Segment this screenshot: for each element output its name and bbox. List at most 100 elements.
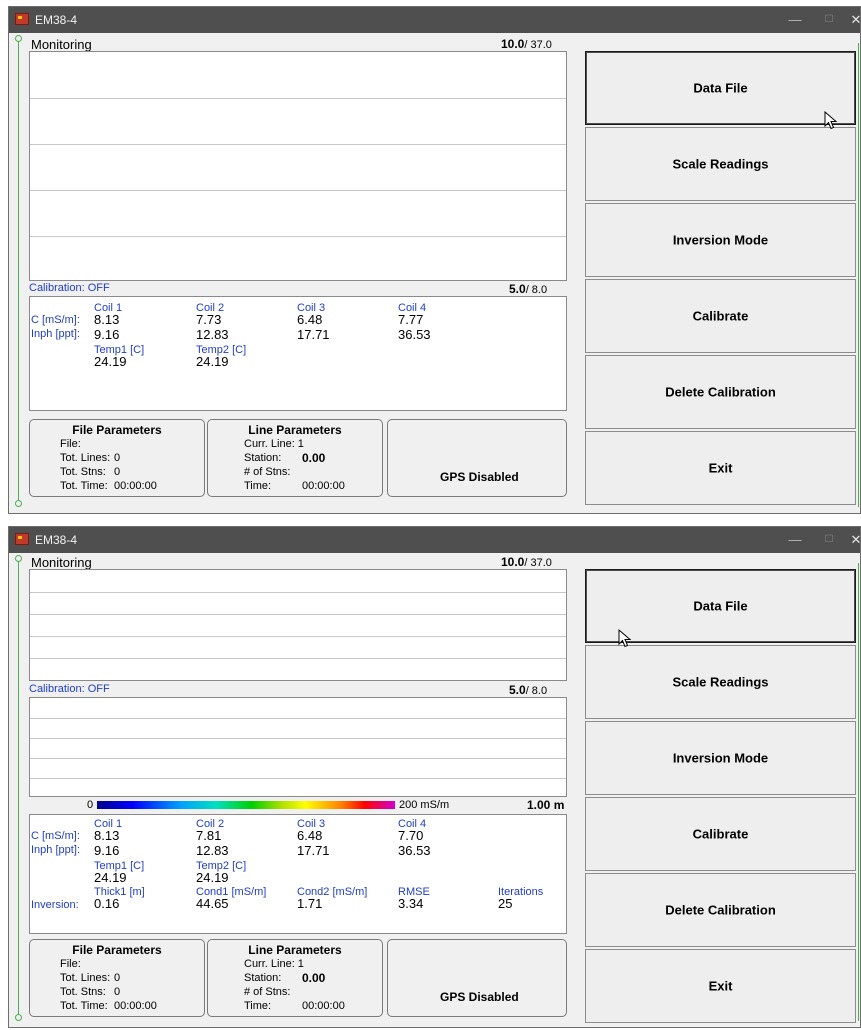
- maximize-button[interactable]: ☐: [817, 530, 841, 550]
- coil2-conductivity: 7.81: [196, 828, 222, 843]
- maximize-button[interactable]: ☐: [817, 10, 841, 30]
- file-parameters-panel: File Parameters File: Tot. Lines: 0 Tot.…: [29, 939, 205, 1017]
- minimize-button[interactable]: —: [783, 10, 807, 30]
- temp1-value: 24.19: [94, 354, 127, 369]
- gps-status: GPS Disabled: [440, 470, 519, 484]
- coil3-conductivity: 6.48: [297, 828, 323, 843]
- inphase-label: Inph [ppt]:: [31, 844, 80, 856]
- inphase-label: Inph [ppt]:: [31, 328, 80, 340]
- line-parameters-panel: Line Parameters Curr. Line: 1 Station: 0…: [207, 419, 383, 497]
- station-label: Station:: [244, 972, 282, 984]
- tot-stns-value: 0: [114, 466, 121, 478]
- mouse-cursor-icon: [824, 111, 838, 130]
- line-time-label: Time:: [244, 480, 272, 492]
- scale-readings-button[interactable]: Scale Readings: [585, 645, 856, 719]
- window-title: EM38-4: [35, 533, 78, 547]
- delete-calibration-button[interactable]: Delete Calibration: [585, 873, 856, 947]
- top-chart-ratio: 10.0/ 37.0: [501, 37, 552, 51]
- coil4-conductivity: 7.77: [398, 312, 424, 327]
- coil2-inphase: 12.83: [196, 843, 229, 858]
- rmse-value: 3.34: [398, 896, 424, 911]
- station-label: Station:: [244, 452, 282, 464]
- num-stns-label: # of Stns:: [244, 466, 291, 478]
- conductivity-color-scale: 0 200 mS/m 1.00 m: [29, 798, 567, 813]
- em38-window-inversion: EM38-4 — ☐ ✕ Monitoring 10.0/ 37.0 Calib…: [8, 526, 861, 1028]
- tot-lines-label: Tot. Lines:: [60, 972, 111, 984]
- conductivity-label: C [mS/m]:: [31, 830, 80, 842]
- inversion-mode-button[interactable]: Inversion Mode: [585, 721, 856, 795]
- exit-button[interactable]: Exit: [585, 949, 856, 1023]
- coil2-conductivity: 7.73: [196, 312, 222, 327]
- calibration-status: Calibration: OFF: [29, 683, 110, 695]
- gps-panel: GPS Disabled: [387, 419, 567, 497]
- tot-stns-label: Tot. Stns:: [60, 986, 106, 998]
- curr-line-label: Curr. Line: 1: [244, 958, 304, 970]
- coil2-inphase: 12.83: [196, 327, 229, 342]
- color-scale-max: 200 mS/m: [399, 799, 450, 811]
- calibration-status: Calibration: OFF: [29, 282, 110, 294]
- mouse-cursor-icon: [618, 629, 632, 648]
- color-gradient-bar: [97, 801, 395, 809]
- coil1-conductivity: 8.13: [94, 828, 120, 843]
- tot-stns-label: Tot. Stns:: [60, 466, 106, 478]
- file-label: File:: [60, 958, 81, 970]
- iterations-value: 25: [498, 896, 513, 911]
- calibrate-button[interactable]: Calibrate: [585, 797, 856, 871]
- coil3-conductivity: 6.48: [297, 312, 323, 327]
- cond1-value: 44.65: [196, 896, 229, 911]
- temp1-value: 24.19: [94, 870, 127, 885]
- tot-time-label: Tot. Time:: [60, 480, 108, 492]
- em38-window-monitoring: EM38-4 — ☐ ✕ Monitoring 10.0/ 37.0 Calib…: [8, 6, 861, 514]
- app-icon: [15, 13, 29, 25]
- tot-lines-label: Tot. Lines:: [60, 452, 111, 464]
- line-parameters-header: Line Parameters: [248, 423, 342, 437]
- tot-time-label: Tot. Time:: [60, 1000, 108, 1012]
- line-time-value: 00:00:00: [302, 1000, 345, 1012]
- monitoring-label: Monitoring: [31, 555, 92, 570]
- app-icon: [15, 533, 29, 545]
- readings-panel: Coil 1 Coil 2 Coil 3 Coil 4 C [mS/m]: 8.…: [29, 814, 567, 934]
- file-parameters-panel: File Parameters File: Tot. Lines: 0 Tot.…: [29, 419, 205, 497]
- coil1-conductivity: 8.13: [94, 312, 120, 327]
- scale-readings-button[interactable]: Scale Readings: [585, 127, 856, 201]
- file-parameters-header: File Parameters: [72, 423, 162, 437]
- coil3-inphase: 17.71: [297, 327, 330, 342]
- data-file-button[interactable]: Data File: [585, 51, 856, 125]
- tot-time-value: 00:00:00: [114, 1000, 157, 1012]
- line-parameters-header: Line Parameters: [248, 943, 342, 957]
- thick1-value: 0.16: [94, 896, 120, 911]
- inversion-mode-button[interactable]: Inversion Mode: [585, 203, 856, 277]
- exit-button[interactable]: Exit: [585, 431, 856, 505]
- left-splitter[interactable]: [14, 35, 23, 507]
- coil1-inphase: 9.16: [94, 843, 120, 858]
- station-value: 0.00: [302, 451, 326, 465]
- left-splitter[interactable]: [14, 555, 23, 1021]
- gps-status: GPS Disabled: [440, 990, 519, 1004]
- line-time-label: Time:: [244, 1000, 272, 1012]
- station-value: 0.00: [302, 971, 326, 985]
- delete-calibration-button[interactable]: Delete Calibration: [585, 355, 856, 429]
- window-title: EM38-4: [35, 13, 78, 27]
- tot-lines-value: 0: [114, 972, 121, 984]
- coil4-inphase: 36.53: [398, 327, 431, 342]
- readings-panel: Coil 1 Coil 2 Coil 3 Coil 4 C [mS/m]: 8.…: [29, 296, 567, 411]
- minimize-button[interactable]: —: [783, 530, 807, 550]
- cond2-value: 1.71: [297, 896, 323, 911]
- title-bar[interactable]: EM38-4 — ☐ ✕: [9, 7, 860, 33]
- color-scale-min: 0: [87, 799, 94, 811]
- close-button[interactable]: ✕: [844, 530, 860, 550]
- coil3-inphase: 17.71: [297, 843, 330, 858]
- calibrate-button[interactable]: Calibrate: [585, 279, 856, 353]
- title-bar[interactable]: EM38-4 — ☐ ✕: [9, 527, 860, 553]
- close-button[interactable]: ✕: [844, 10, 860, 30]
- inversion-chart: [29, 697, 567, 797]
- gps-panel: GPS Disabled: [387, 939, 567, 1017]
- bottom-chart-ratio: 5.0/ 8.0: [509, 683, 548, 697]
- line-time-value: 00:00:00: [302, 480, 345, 492]
- temp2-value: 24.19: [196, 870, 229, 885]
- monitoring-label: Monitoring: [31, 37, 92, 52]
- conductivity-label: C [mS/m]:: [31, 314, 80, 326]
- monitoring-chart: [29, 51, 567, 281]
- tot-lines-value: 0: [114, 452, 121, 464]
- monitoring-chart: [29, 569, 567, 681]
